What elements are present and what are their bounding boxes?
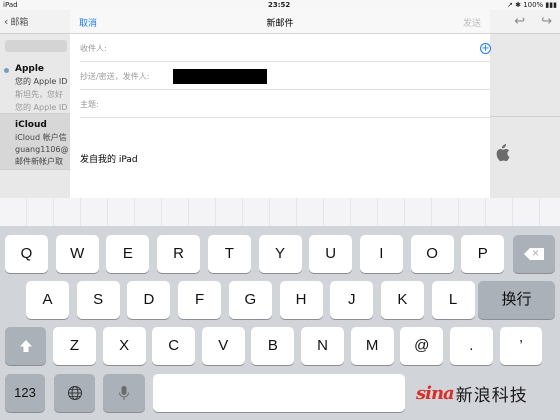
- compose-sheet: 取消 新邮件 发送 收件人: + 抄送/密送，发件人: 主题: 发自我的 iPa…: [70, 10, 491, 198]
- add-contact-icon[interactable]: +: [480, 43, 491, 54]
- key-o[interactable]: O: [410, 235, 454, 273]
- key-q[interactable]: Q: [5, 235, 48, 273]
- key-d[interactable]: D: [127, 281, 171, 319]
- reply-icon[interactable]: ↩: [514, 14, 525, 29]
- device-label: iPad: [3, 1, 18, 9]
- cc-label: 抄送/密送，发件人:: [80, 72, 150, 81]
- key-t[interactable]: T: [207, 235, 251, 273]
- message-sender: Apple: [15, 64, 45, 74]
- key-g[interactable]: G: [228, 281, 272, 319]
- key-at[interactable]: @: [400, 327, 444, 365]
- subject-field[interactable]: 主题:: [80, 90, 490, 118]
- message-preview: 您的 Apple ID: [15, 103, 68, 112]
- toolbar-icons: ↩ ↪: [498, 14, 552, 29]
- key-z[interactable]: Z: [53, 327, 96, 365]
- key-a[interactable]: A: [26, 281, 69, 319]
- numbers-key[interactable]: 123: [5, 374, 45, 412]
- key-b[interactable]: B: [251, 327, 295, 365]
- list-item[interactable]: Apple 您的 Apple ID 斯坦先，您好 您的 Apple ID: [0, 58, 70, 114]
- battery-status: ↗ ✱ 100% ▮▮▮: [507, 1, 557, 9]
- key-x[interactable]: X: [102, 327, 146, 365]
- backspace-key[interactable]: [513, 235, 555, 273]
- dictation-key[interactable]: [103, 374, 145, 412]
- key-w[interactable]: W: [55, 235, 99, 273]
- back-button[interactable]: ‹ 邮箱: [4, 15, 28, 28]
- message-preview: 您的 Apple ID: [15, 77, 68, 86]
- search-field[interactable]: [5, 40, 67, 52]
- key-f[interactable]: F: [178, 281, 222, 319]
- send-button[interactable]: 发送: [463, 16, 481, 29]
- back-chevron-icon: ‹: [4, 15, 9, 28]
- to-field[interactable]: 收件人: +: [80, 34, 491, 62]
- keyboard-top-strip: [0, 198, 560, 226]
- key-j[interactable]: J: [330, 281, 374, 319]
- subject-label: 主题:: [80, 100, 99, 109]
- cc-bcc-from-field[interactable]: 抄送/密送，发件人:: [80, 62, 490, 90]
- message-sender: iCloud: [15, 120, 47, 130]
- key-v[interactable]: V: [201, 327, 245, 365]
- key-i[interactable]: I: [359, 235, 403, 273]
- shift-key[interactable]: [5, 327, 46, 365]
- message-preview: guang1106@: [15, 145, 69, 154]
- message-preview: 斯坦先，您好: [15, 90, 63, 99]
- key-k[interactable]: K: [380, 281, 424, 319]
- shift-icon: [19, 340, 32, 352]
- back-label: 邮箱: [10, 18, 29, 28]
- key-y[interactable]: Y: [258, 235, 302, 273]
- message-preview: 邮件新帐户取: [15, 157, 63, 166]
- status-bar: iPad 23:52 ↗ ✱ 100% ▮▮▮: [0, 0, 560, 10]
- key-h[interactable]: H: [279, 281, 323, 319]
- space-bar[interactable]: [153, 374, 405, 412]
- message-preview: iCloud 帐户信: [15, 133, 67, 142]
- globe-icon: [67, 386, 82, 400]
- key-p[interactable]: P: [461, 235, 505, 273]
- unread-dot-icon: [4, 68, 9, 73]
- message-body[interactable]: 发自我的 iPad: [80, 119, 480, 197]
- key-c[interactable]: C: [152, 327, 196, 365]
- key-l[interactable]: L: [431, 281, 475, 319]
- return-key[interactable]: 换行: [478, 281, 555, 319]
- globe-key[interactable]: [54, 374, 95, 412]
- key-m[interactable]: M: [350, 327, 394, 365]
- apostrophe-key[interactable]: ’: [500, 327, 542, 365]
- redacted-email: [173, 69, 267, 84]
- list-item[interactable]: iCloud iCloud 帐户信 guang1106@ 邮件新帐户取: [0, 114, 70, 170]
- to-label: 收件人:: [80, 44, 107, 53]
- sina-logo: sina: [416, 382, 455, 404]
- signature: 发自我的 iPad: [80, 155, 138, 165]
- key-r[interactable]: R: [157, 235, 201, 273]
- compose-title: 新邮件: [266, 19, 294, 29]
- divider: [490, 116, 560, 117]
- message-list: Apple 您的 Apple ID 斯坦先，您好 您的 Apple ID iCl…: [0, 58, 70, 170]
- key-n[interactable]: N: [301, 327, 344, 365]
- forward-icon[interactable]: ↪: [541, 14, 552, 29]
- watermark: sina 新浪科技: [416, 373, 528, 413]
- key-s[interactable]: S: [76, 281, 120, 319]
- mic-icon: [119, 386, 129, 400]
- clock: 23:52: [268, 1, 291, 9]
- key-period[interactable]: .: [449, 327, 493, 365]
- key-u[interactable]: U: [309, 235, 353, 273]
- compose-nav-bar: 取消 新邮件 发送: [70, 10, 490, 34]
- apple-logo-icon: [496, 144, 510, 162]
- backspace-icon: [524, 248, 544, 260]
- key-e[interactable]: E: [106, 235, 150, 273]
- watermark-text: 新浪科技: [455, 385, 528, 406]
